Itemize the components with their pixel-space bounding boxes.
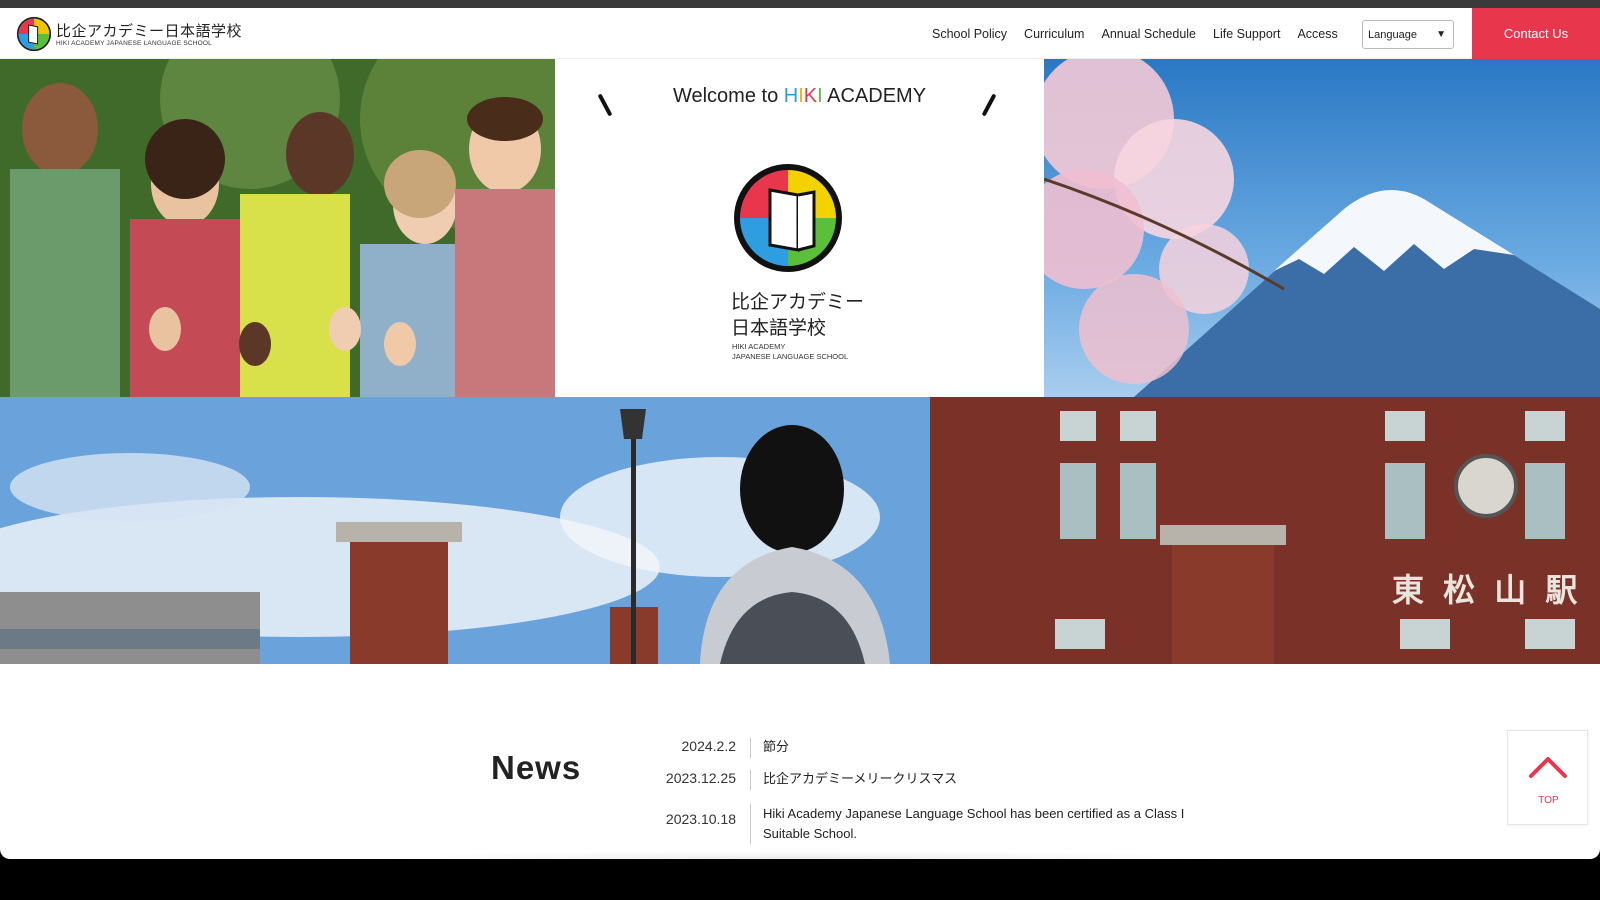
- news-title[interactable]: Hiki Academy Japanese Language School ha…: [763, 804, 1193, 844]
- welcome-title: Welcome to HIKI ACADEMY: [672, 85, 927, 107]
- nav-curriculum[interactable]: Curriculum: [1024, 27, 1084, 41]
- emblem-name-en-line2: JAPANESE LANGUAGE SCHOOL: [732, 352, 849, 361]
- back-to-top-label: TOP: [1538, 795, 1559, 806]
- students-photo: [0, 59, 555, 397]
- logo-name-jp: 比企アカデミー日本語学校: [56, 21, 243, 40]
- language-select[interactable]: Language ▼: [1362, 20, 1454, 49]
- news-fade: [360, 850, 1240, 859]
- page: 比企アカデミー日本語学校 HIKI ACADEMY JAPANESE LANGU…: [0, 8, 1600, 859]
- site-logo[interactable]: 比企アカデミー日本語学校 HIKI ACADEMY JAPANESE LANGU…: [16, 16, 242, 52]
- news-divider: [750, 738, 751, 758]
- site-header: 比企アカデミー日本語学校 HIKI ACADEMY JAPANESE LANGU…: [0, 8, 1600, 59]
- news-date: 2023.10.18: [665, 811, 736, 827]
- main-nav: School Policy Curriculum Annual Schedule…: [932, 8, 1355, 59]
- mount-fuji-photo: [1044, 59, 1600, 397]
- logo-name-en: HIKI ACADEMY JAPANESE LANGUAGE SCHOOL: [56, 39, 212, 47]
- nav-life-support[interactable]: Life Support: [1213, 27, 1280, 41]
- browser-top-strip: [0, 0, 1600, 8]
- language-select-value: Language: [1368, 28, 1417, 41]
- news-heading: News: [491, 749, 582, 786]
- hero-section: Welcome to HIKI ACADEMY 比企アカデミー 日本語学校 HI…: [0, 59, 1600, 664]
- school-emblem-icon: [734, 164, 842, 272]
- news-date: 2024.2.2: [681, 738, 737, 754]
- welcome-panel: Welcome to HIKI ACADEMY 比企アカデミー 日本語学校 HI…: [555, 59, 1044, 397]
- station-photo: 東 松 山 駅: [0, 397, 1600, 664]
- back-to-top-button[interactable]: TOP: [1507, 730, 1588, 825]
- news-divider: [750, 804, 751, 844]
- dropdown-arrow-icon: ▼: [1436, 29, 1446, 40]
- nav-annual-schedule[interactable]: Annual Schedule: [1101, 27, 1196, 41]
- news-title[interactable]: 比企アカデミーメリークリスマス: [763, 769, 1193, 789]
- news-title[interactable]: 節分: [763, 737, 1193, 757]
- chevron-up-icon: [1529, 757, 1567, 778]
- contact-us-button[interactable]: Contact Us: [1472, 8, 1600, 59]
- emblem-name-jp-line2: 日本語学校: [731, 317, 827, 339]
- news-date: 2023.12.25: [665, 770, 736, 786]
- emblem-name-jp-line1: 比企アカデミー: [731, 291, 865, 313]
- news-divider: [750, 770, 751, 790]
- nav-school-policy[interactable]: School Policy: [932, 27, 1007, 41]
- school-logo-icon: [16, 16, 52, 52]
- nav-access[interactable]: Access: [1297, 27, 1337, 41]
- emblem-name-en-line1: HIKI ACADEMY: [732, 342, 786, 351]
- station-sign: 東 松 山 駅: [1392, 571, 1582, 609]
